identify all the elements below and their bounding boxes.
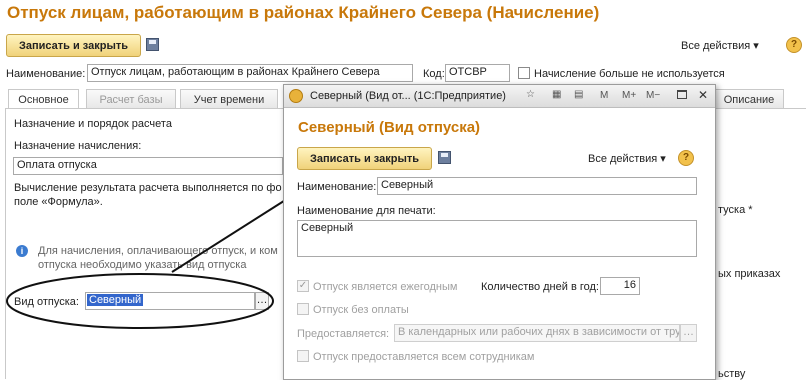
days-per-year-field[interactable]: 16 — [600, 277, 640, 295]
dialog-save-icon[interactable] — [438, 151, 451, 164]
close-icon[interactable]: ✕ — [698, 88, 708, 102]
dialog-window-title: Северный (Вид от... (1С:Предприятие) — [310, 90, 506, 102]
maximize-icon[interactable] — [677, 90, 687, 99]
chevron-down-icon: ▾ — [660, 153, 666, 165]
dialog-all-actions-label: Все действия — [588, 153, 658, 165]
dialog-name-label: Наименование: — [297, 181, 377, 193]
annotation-ellipse — [6, 273, 274, 329]
dialog-heading: Северный (Вид отпуска) — [298, 119, 481, 136]
provided-field[interactable]: В календарных или рабочих днях в зависим… — [394, 324, 680, 342]
star-icon[interactable]: ☆ — [526, 89, 535, 100]
dialog-all-actions-menu[interactable]: Все действия ▾ — [588, 152, 666, 165]
m-icon[interactable]: M — [600, 90, 608, 101]
m-plus-icon[interactable]: M+ — [622, 90, 636, 101]
annotation-arrow-line — [171, 198, 288, 273]
leave-type-dialog: Северный (Вид от... (1С:Предприятие) ☆ ▦… — [283, 84, 716, 380]
provided-select-button[interactable]: … — [680, 324, 697, 342]
provided-label: Предоставляется: — [297, 328, 390, 340]
all-employees-checkbox[interactable] — [297, 350, 309, 362]
dialog-titlebar[interactable]: Северный (Вид от... (1С:Предприятие) ☆ ▦… — [284, 85, 715, 108]
dialog-help-icon[interactable]: ? — [678, 150, 694, 166]
print-name-field[interactable]: Северный — [297, 220, 697, 257]
m-minus-icon[interactable]: M− — [646, 90, 660, 101]
dialog-save-close-button[interactable]: Записать и закрыть — [297, 147, 432, 170]
annual-checkbox[interactable]: ✓ — [297, 280, 309, 292]
annual-label: Отпуск является ежегодным — [313, 281, 458, 293]
print-name-label: Наименование для печати: — [297, 205, 436, 217]
unpaid-label: Отпуск без оплаты — [313, 304, 409, 316]
dialog-name-field[interactable]: Северный — [377, 177, 697, 195]
unpaid-checkbox[interactable] — [297, 303, 309, 315]
days-per-year-label: Количество дней в год: — [481, 281, 599, 293]
app-logo-icon — [289, 89, 303, 103]
all-employees-label: Отпуск предоставляется всем сотрудникам — [313, 351, 535, 363]
calendar-icon[interactable]: ▤ — [574, 89, 583, 100]
calculator-icon[interactable]: ▦ — [552, 89, 561, 100]
